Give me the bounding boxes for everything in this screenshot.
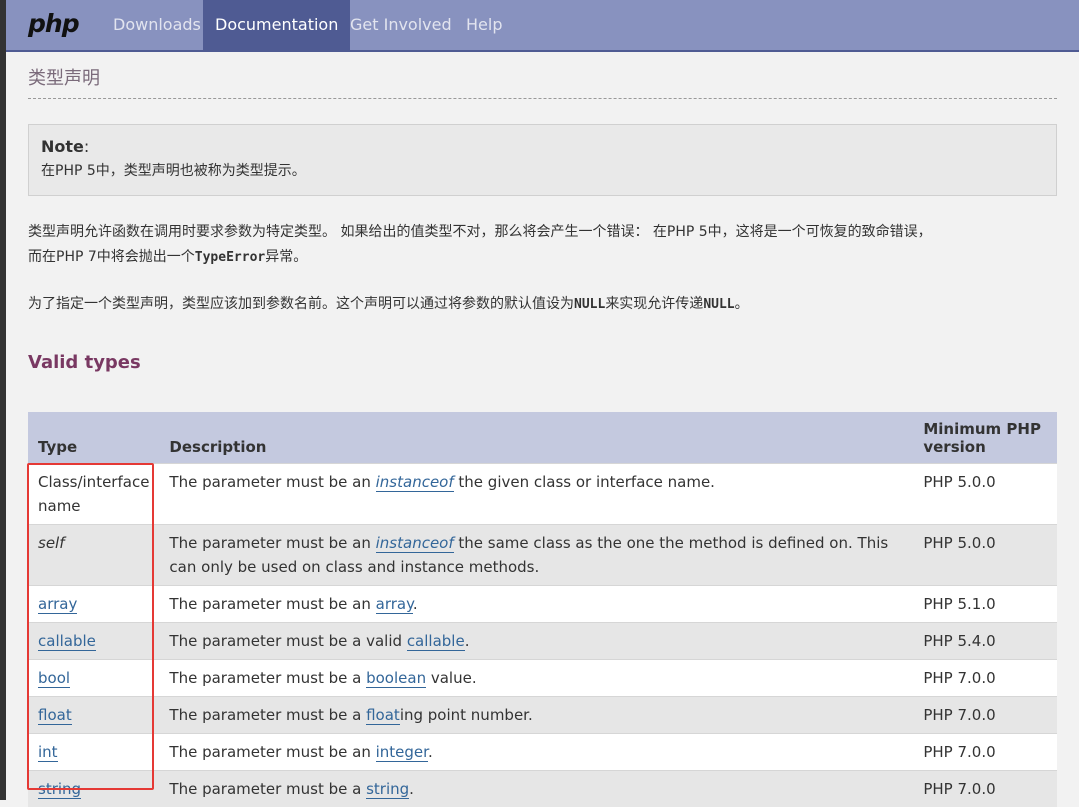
type-cell: self	[28, 525, 159, 586]
description-cell: The parameter must be an instanceof the …	[159, 525, 913, 586]
table-row: self The parameter must be an instanceof…	[28, 525, 1057, 586]
type-cell: bool	[28, 660, 159, 697]
null-code-2: NULL	[703, 297, 734, 312]
description-text: The parameter must be an	[169, 473, 375, 491]
nullable-text-3: 。	[735, 296, 749, 312]
description-cell: The parameter must be a boolean value.	[159, 660, 913, 697]
description-text: .	[409, 780, 414, 798]
intro-paragraph: 类型声明允许函数在调用时要求参数为特定类型。 如果给出的值类型不对，那么将会产生…	[28, 220, 1058, 270]
version-cell: PHP 5.0.0	[913, 464, 1057, 525]
description-text: The parameter must be a	[169, 669, 366, 687]
header-type: Type	[28, 412, 159, 464]
nav-help[interactable]: Help	[454, 0, 514, 50]
header-version-line2: version	[923, 438, 985, 456]
note-box: Note: 在PHP 5中，类型声明也被称为类型提示。	[28, 124, 1057, 196]
type-link-int[interactable]: int	[38, 743, 58, 762]
top-navbar: php Downloads Documentation Get Involved…	[6, 0, 1079, 52]
valid-types-table: Type Description Minimum PHPversion Clas…	[28, 412, 1057, 807]
instanceof-link[interactable]: instanceof	[376, 534, 454, 553]
integer-link[interactable]: integer	[376, 743, 428, 762]
description-text: .	[465, 632, 470, 650]
table-row: float The parameter must be a floating p…	[28, 697, 1057, 734]
type-cell: array	[28, 586, 159, 623]
table-header-row: Type Description Minimum PHPversion	[28, 412, 1057, 464]
string-link[interactable]: string	[366, 780, 409, 799]
boolean-link[interactable]: boolean	[366, 669, 426, 688]
type-link-array[interactable]: array	[38, 595, 77, 614]
description-text: The parameter must be a	[169, 706, 366, 724]
description-text: value.	[426, 669, 477, 687]
type-cell: int	[28, 734, 159, 771]
type-cell: callable	[28, 623, 159, 660]
type-link-bool[interactable]: bool	[38, 669, 70, 688]
description-text: .	[428, 743, 433, 761]
null-code-1: NULL	[574, 297, 605, 312]
note-title-colon: :	[84, 137, 89, 156]
description-text: The parameter must be a	[169, 780, 366, 798]
description-cell: The parameter must be an array.	[159, 586, 913, 623]
description-cell: The parameter must be a valid callable.	[159, 623, 913, 660]
nullable-paragraph: 为了指定一个类型声明，类型应该加到参数名前。这个声明可以通过将参数的默认值设为N…	[28, 292, 1058, 317]
version-cell: PHP 7.0.0	[913, 771, 1057, 807]
nav-downloads[interactable]: Downloads	[101, 0, 213, 50]
description-text: the given class or interface name.	[454, 473, 715, 491]
type-link-float[interactable]: float	[38, 706, 72, 725]
description-cell: The parameter must be a string.	[159, 771, 913, 807]
left-edge-bar	[0, 0, 6, 800]
description-text: The parameter must be an	[169, 534, 375, 552]
php-logo[interactable]: php	[28, 9, 79, 38]
note-title-text: Note	[41, 137, 84, 156]
table-row: string The parameter must be a string. P…	[28, 771, 1057, 807]
header-description: Description	[159, 412, 913, 464]
type-cell: float	[28, 697, 159, 734]
table-row: callable The parameter must be a valid c…	[28, 623, 1057, 660]
float-link[interactable]: float	[366, 706, 400, 725]
header-version-line1: Minimum PHP	[923, 420, 1041, 438]
typeerror-code: TypeError	[195, 250, 265, 265]
version-cell: PHP 7.0.0	[913, 734, 1057, 771]
version-cell: PHP 7.0.0	[913, 697, 1057, 734]
description-cell: The parameter must be a floating point n…	[159, 697, 913, 734]
intro-line-2-end: 异常。	[265, 249, 307, 265]
description-text: ing point number.	[400, 706, 533, 724]
intro-line-1: 类型声明允许函数在调用时要求参数为特定类型。 如果给出的值类型不对，那么将会产生…	[28, 220, 1058, 245]
table-row: int The parameter must be an integer. PH…	[28, 734, 1057, 771]
header-version: Minimum PHPversion	[913, 412, 1057, 464]
table-row: array The parameter must be an array. PH…	[28, 586, 1057, 623]
type-link-string[interactable]: string	[38, 780, 81, 799]
nullable-text-1: 为了指定一个类型声明，类型应该加到参数名前。这个声明可以通过将参数的默认值设为	[28, 296, 574, 312]
intro-line-2: 而在PHP 7中将会抛出一个TypeError异常。	[28, 245, 1058, 270]
description-text: The parameter must be an	[169, 595, 375, 613]
description-text: The parameter must be a valid	[169, 632, 406, 650]
nav-documentation[interactable]: Documentation	[203, 0, 350, 50]
intro-line-2-text: 而在PHP 7中将会抛出一个	[28, 249, 195, 265]
type-link-callable[interactable]: callable	[38, 632, 96, 651]
instanceof-link[interactable]: instanceof	[376, 473, 454, 492]
description-text: .	[413, 595, 418, 613]
description-cell: The parameter must be an instanceof the …	[159, 464, 913, 525]
type-cell: string	[28, 771, 159, 807]
nav-get-involved[interactable]: Get Involved	[338, 0, 464, 50]
section-title-valid-types: Valid types	[28, 352, 141, 373]
table-row: bool The parameter must be a boolean val…	[28, 660, 1057, 697]
page-title: 类型声明	[28, 64, 100, 90]
note-text: 在PHP 5中，类型声明也被称为类型提示。	[41, 160, 1044, 180]
note-title: Note:	[41, 137, 1044, 156]
title-divider	[28, 98, 1057, 99]
version-cell: PHP 5.1.0	[913, 586, 1057, 623]
version-cell: PHP 5.4.0	[913, 623, 1057, 660]
array-link[interactable]: array	[376, 595, 413, 614]
type-cell: Class/interface name	[28, 464, 159, 525]
version-cell: PHP 5.0.0	[913, 525, 1057, 586]
description-cell: The parameter must be an integer.	[159, 734, 913, 771]
table-row: Class/interface name The parameter must …	[28, 464, 1057, 525]
description-text: The parameter must be an	[169, 743, 375, 761]
callable-link[interactable]: callable	[407, 632, 465, 651]
version-cell: PHP 7.0.0	[913, 660, 1057, 697]
nullable-text-2: 来实现允许传递	[605, 296, 703, 312]
